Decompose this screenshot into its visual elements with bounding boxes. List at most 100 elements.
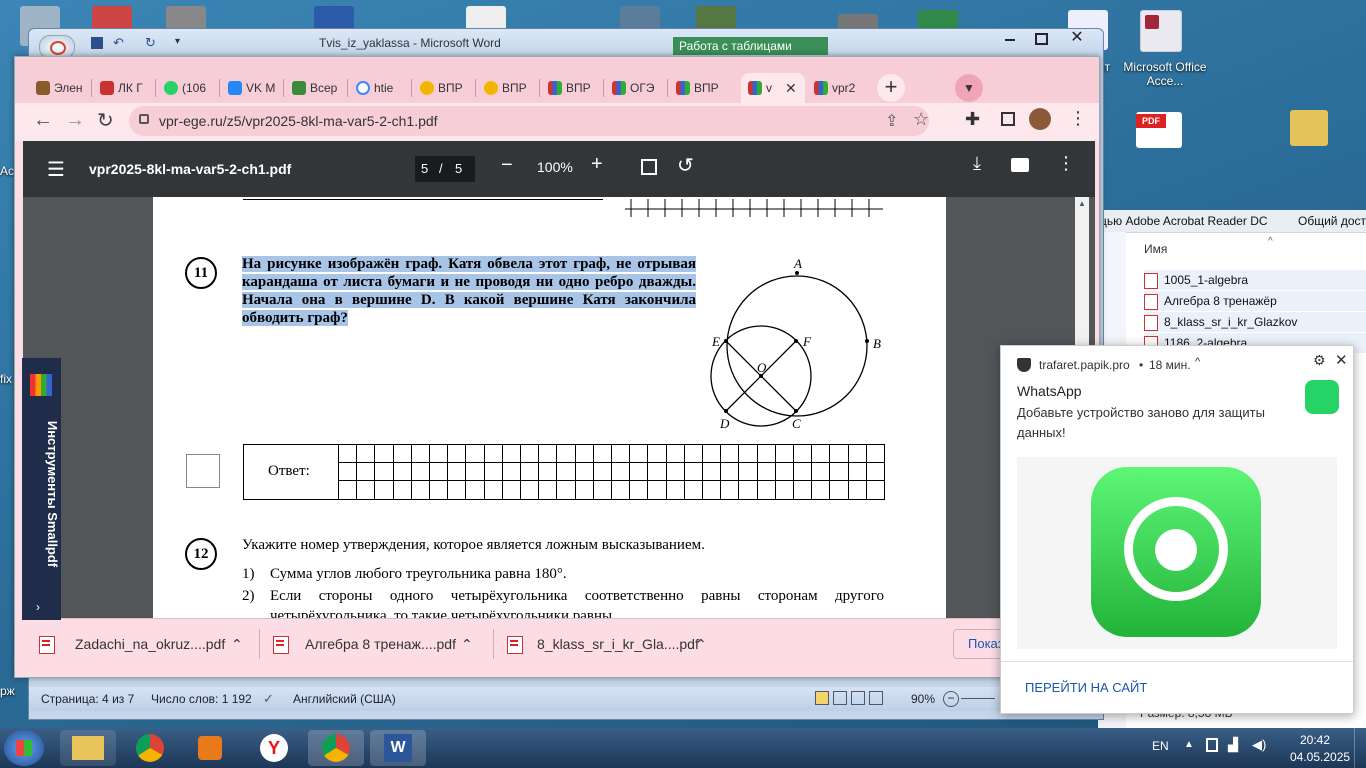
explorer-taskbar-icon[interactable] — [60, 730, 116, 766]
download-icon[interactable]: ⤓ — [973, 153, 981, 174]
download-item[interactable]: Zadachi_na_okruz....pdf ⌃ — [27, 619, 259, 669]
download-item[interactable]: 8_klass_sr_i_kr_Gla....pdf ⌃ — [495, 619, 727, 669]
clock-date[interactable]: 04.05.2025 — [1290, 750, 1350, 764]
usb-icon[interactable] — [1206, 738, 1218, 752]
extensions-icon[interactable]: ✚ — [965, 109, 980, 130]
undo-icon[interactable]: ↶ — [113, 35, 124, 51]
word-context-tab[interactable]: Работа с таблицами — [673, 37, 828, 55]
pdf-more-icon[interactable]: ⋮ — [1057, 153, 1075, 174]
explorer-toolbar-open[interactable]: цью Adobe Acrobat Reader DC — [1100, 214, 1268, 228]
save-icon[interactable] — [91, 37, 103, 49]
omnibox[interactable]: vpr-ege.ru/z5/vpr2025-8kl-ma-var5-2-ch1.… — [129, 106, 929, 136]
tab[interactable]: ЛК Г — [93, 73, 155, 103]
answer-grid[interactable] — [338, 445, 885, 499]
pdf-viewport[interactable]: 11 На рисунке изображён граф. Катя обвел… — [23, 197, 1095, 618]
notification-action-button[interactable]: ПЕРЕЙТИ НА САЙТ — [1025, 680, 1147, 695]
page-current-input[interactable]: 5 — [421, 161, 428, 176]
explorer-toolbar-share[interactable]: Общий дост — [1298, 214, 1366, 228]
language-indicator[interactable]: EN — [1152, 739, 1169, 753]
tab[interactable]: htie — [349, 73, 411, 103]
full-screen-icon[interactable] — [833, 691, 847, 705]
chrome-active-taskbar-icon[interactable] — [308, 730, 364, 766]
word-maximize-button[interactable] — [1025, 31, 1057, 47]
chevron-up-icon[interactable]: ^ — [1195, 356, 1200, 368]
web-layout-icon[interactable] — [851, 691, 865, 705]
access-file-icon[interactable] — [1140, 10, 1182, 52]
lock-icon[interactable] — [139, 114, 149, 124]
file-row[interactable]: 1005_1-algebra — [1144, 270, 1366, 290]
chevron-right-icon[interactable]: › — [36, 600, 40, 614]
tab[interactable]: ВПР — [669, 73, 731, 103]
chrome-taskbar-icon[interactable] — [122, 730, 178, 766]
explorer-column-name[interactable]: Имя — [1144, 242, 1167, 256]
show-desktop-button[interactable] — [1354, 728, 1366, 768]
tab-active[interactable]: v ✕ — [741, 73, 805, 103]
tab[interactable]: ОГЭ — [605, 73, 667, 103]
tab[interactable]: ВПР — [477, 73, 539, 103]
redo-icon[interactable]: ↻ — [145, 35, 156, 51]
file-row[interactable]: 8_klass_sr_i_kr_Glazkov — [1144, 312, 1366, 332]
spellcheck-icon[interactable]: ✓ — [263, 691, 274, 707]
folder-icon[interactable] — [1290, 110, 1328, 146]
question-11-text[interactable]: На рисунке изображён граф. Катя обвела э… — [242, 255, 696, 327]
tray-expand-icon[interactable]: ▲ — [1184, 739, 1194, 750]
print-icon[interactable] — [1011, 158, 1029, 172]
zoom-in-button[interactable]: + — [591, 153, 603, 176]
pdf-file-icon[interactable]: PDF — [1136, 112, 1182, 148]
tab[interactable]: vpr2 — [807, 73, 869, 103]
pdf-zoom-level[interactable]: 100% — [537, 159, 573, 175]
tab[interactable]: Всер — [285, 73, 347, 103]
share-icon[interactable]: ⇪ — [885, 111, 898, 131]
zoom-out-button[interactable]: − — [501, 154, 513, 177]
hamburger-menu-icon[interactable]: ☰ — [47, 157, 65, 182]
status-zoom[interactable]: 90% — [911, 692, 935, 706]
download-item[interactable]: Алгебра 8 тренаж....pdf ⌃ — [261, 619, 493, 669]
file-row[interactable]: Алгебра 8 тренажёр — [1144, 291, 1366, 311]
tab[interactable]: (106 — [157, 73, 219, 103]
fit-page-icon[interactable] — [641, 159, 657, 175]
reload-icon[interactable]: ↻ — [97, 108, 114, 133]
network-icon[interactable]: ▟ — [1228, 737, 1238, 753]
menu-kebab-icon[interactable]: ⋮ — [1069, 108, 1087, 129]
chevron-up-icon[interactable]: ⌃ — [461, 619, 473, 669]
desktop-icon-label[interactable]: Microsoft Office Acce... — [1120, 60, 1210, 88]
view-buttons[interactable] — [815, 691, 885, 705]
volume-icon[interactable]: ◀) — [1252, 737, 1266, 753]
chevron-up-icon[interactable]: ⌃ — [231, 619, 243, 669]
notification-image[interactable] — [1017, 457, 1337, 649]
side-panel-icon[interactable] — [1001, 112, 1015, 126]
scroll-up-icon[interactable]: ▲ — [1078, 199, 1086, 208]
back-icon[interactable]: ← — [33, 109, 53, 132]
status-words[interactable]: Число слов: 1 192 — [151, 692, 252, 706]
start-button[interactable] — [4, 730, 44, 766]
tab[interactable]: ВПР — [413, 73, 475, 103]
question-12-text[interactable]: Укажите номер утверждения, которое являе… — [242, 537, 902, 554]
url-text[interactable]: vpr-ege.ru/z5/vpr2025-8kl-ma-var5-2-ch1.… — [159, 113, 438, 129]
tab[interactable]: VK М — [221, 73, 283, 103]
tab[interactable]: ВПР — [541, 73, 603, 103]
rotate-icon[interactable]: ↺ — [677, 153, 694, 178]
zoom-slider[interactable] — [961, 698, 995, 699]
tab[interactable]: Элен — [29, 73, 91, 103]
media-taskbar-icon[interactable] — [182, 730, 238, 766]
word-titlebar[interactable]: ↶ ↻ ▾ Tvis_iz_yaklassa - Microsoft Word … — [29, 29, 1103, 59]
word-minimize-button[interactable] — [993, 31, 1025, 47]
forward-icon[interactable]: → — [65, 109, 85, 132]
chevron-up-icon[interactable]: ⌃ — [695, 619, 707, 669]
zoom-out-icon[interactable]: − — [943, 691, 959, 707]
tab-search-button[interactable]: ▼ — [955, 74, 983, 102]
outline-icon[interactable] — [869, 691, 883, 705]
word-taskbar-icon[interactable]: W — [370, 730, 426, 766]
gear-icon[interactable]: ⚙ — [1313, 352, 1326, 369]
yandex-taskbar-icon[interactable]: Y — [246, 730, 302, 766]
smallpdf-sidebar[interactable]: Инструменты Smallpdf › — [22, 358, 61, 620]
word-close-button[interactable]: ✕ — [1059, 29, 1095, 47]
profile-avatar-icon[interactable] — [1029, 108, 1051, 130]
print-layout-icon[interactable] — [815, 691, 829, 705]
clock-time[interactable]: 20:42 — [1300, 733, 1330, 747]
browser-notification[interactable]: trafaret.papik.pro • 18 мин. ^ ⚙ ✕ Whats… — [1000, 345, 1354, 714]
status-page[interactable]: Страница: 4 из 7 — [41, 692, 134, 706]
bookmark-star-icon[interactable]: ☆ — [913, 109, 929, 130]
close-icon[interactable]: ✕ — [785, 73, 797, 103]
new-tab-button[interactable]: + — [877, 74, 905, 102]
